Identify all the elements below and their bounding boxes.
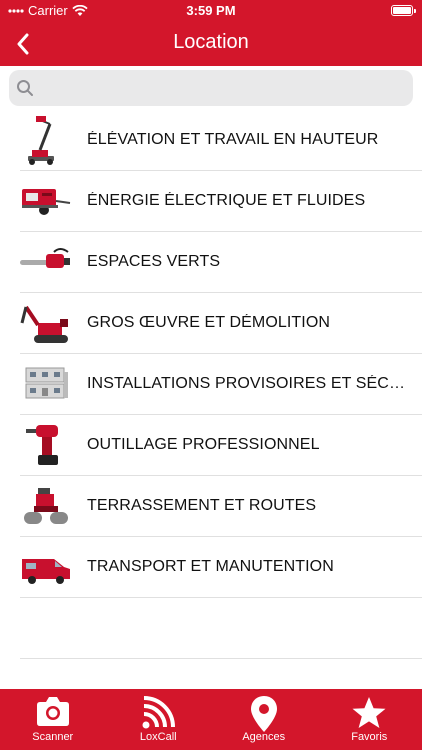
category-row-installations[interactable]: INSTALLATIONS PROVISOIRES ET SÉCURITÉ bbox=[20, 354, 422, 415]
category-row-energie[interactable]: ÉNERGIE ÉLECTRIQUE ET FLUIDES bbox=[20, 171, 422, 232]
search-bar bbox=[0, 66, 422, 110]
category-label: GROS ŒUVRE ET DÉMOLITION bbox=[87, 314, 331, 331]
navigation-bar: Location bbox=[0, 22, 422, 66]
battery-icon bbox=[391, 5, 416, 16]
demolition-robot-image bbox=[20, 305, 68, 343]
empty-list-row bbox=[20, 598, 422, 659]
road-roller-image bbox=[24, 488, 68, 524]
category-label: ÉNERGIE ÉLECTRIQUE ET FLUIDES bbox=[87, 192, 366, 209]
boom-lift-image bbox=[28, 116, 54, 165]
category-label: ESPACES VERTS bbox=[87, 253, 221, 270]
category-row-outillage[interactable]: OUTILLAGE PROFESSIONNEL bbox=[20, 415, 422, 476]
tab-bar: Scanner LoxCall Agences Favoris bbox=[0, 689, 422, 750]
camera-icon bbox=[36, 697, 69, 726]
tab-label: Scanner bbox=[32, 731, 74, 743]
category-list: ÉLÉVATION ET TRAVAIL EN HAUTEUR ÉNERGIE … bbox=[0, 110, 422, 659]
category-row-gros-oeuvre[interactable]: GROS ŒUVRE ET DÉMOLITION bbox=[20, 293, 422, 354]
category-row-terrassement[interactable]: TERRASSEMENT ET ROUTES bbox=[20, 476, 422, 537]
search-input[interactable] bbox=[41, 70, 401, 106]
drill-image bbox=[26, 425, 58, 465]
search-field[interactable] bbox=[9, 70, 413, 106]
tab-agences[interactable]: Agences bbox=[211, 689, 317, 750]
clock: 3:59 PM bbox=[186, 3, 236, 18]
tab-favoris[interactable]: Favoris bbox=[317, 689, 422, 750]
star-icon bbox=[352, 697, 386, 728]
tab-scanner[interactable]: Scanner bbox=[0, 689, 106, 750]
category-label: OUTILLAGE PROFESSIONNEL bbox=[87, 436, 320, 453]
tab-loxcall[interactable]: LoxCall bbox=[106, 689, 212, 750]
category-label: INSTALLATIONS PROVISOIRES ET SÉCURITÉ bbox=[87, 375, 410, 392]
category-label: TRANSPORT ET MANUTENTION bbox=[87, 558, 334, 575]
generator-image bbox=[22, 189, 71, 215]
site-cabin-image bbox=[25, 367, 68, 399]
tab-label: Agences bbox=[242, 731, 286, 743]
van-image bbox=[22, 559, 70, 584]
category-row-transport[interactable]: TRANSPORT ET MANUTENTION bbox=[20, 537, 422, 598]
page-title: Location bbox=[173, 31, 249, 53]
category-label: ÉLÉVATION ET TRAVAIL EN HAUTEUR bbox=[87, 131, 379, 148]
category-row-espaces-verts[interactable]: ESPACES VERTS bbox=[20, 232, 422, 293]
status-bar: Carrier 3:59 PM bbox=[0, 0, 422, 22]
location-pin-icon bbox=[250, 696, 277, 732]
category-row-elevation[interactable]: ÉLÉVATION ET TRAVAIL EN HAUTEUR bbox=[20, 110, 422, 171]
broadcast-icon bbox=[142, 696, 176, 729]
search-icon bbox=[17, 80, 33, 96]
category-label: TERRASSEMENT ET ROUTES bbox=[87, 497, 317, 514]
chainsaw-image bbox=[20, 248, 70, 268]
tab-label: Favoris bbox=[351, 731, 388, 743]
tab-label: LoxCall bbox=[139, 731, 177, 743]
